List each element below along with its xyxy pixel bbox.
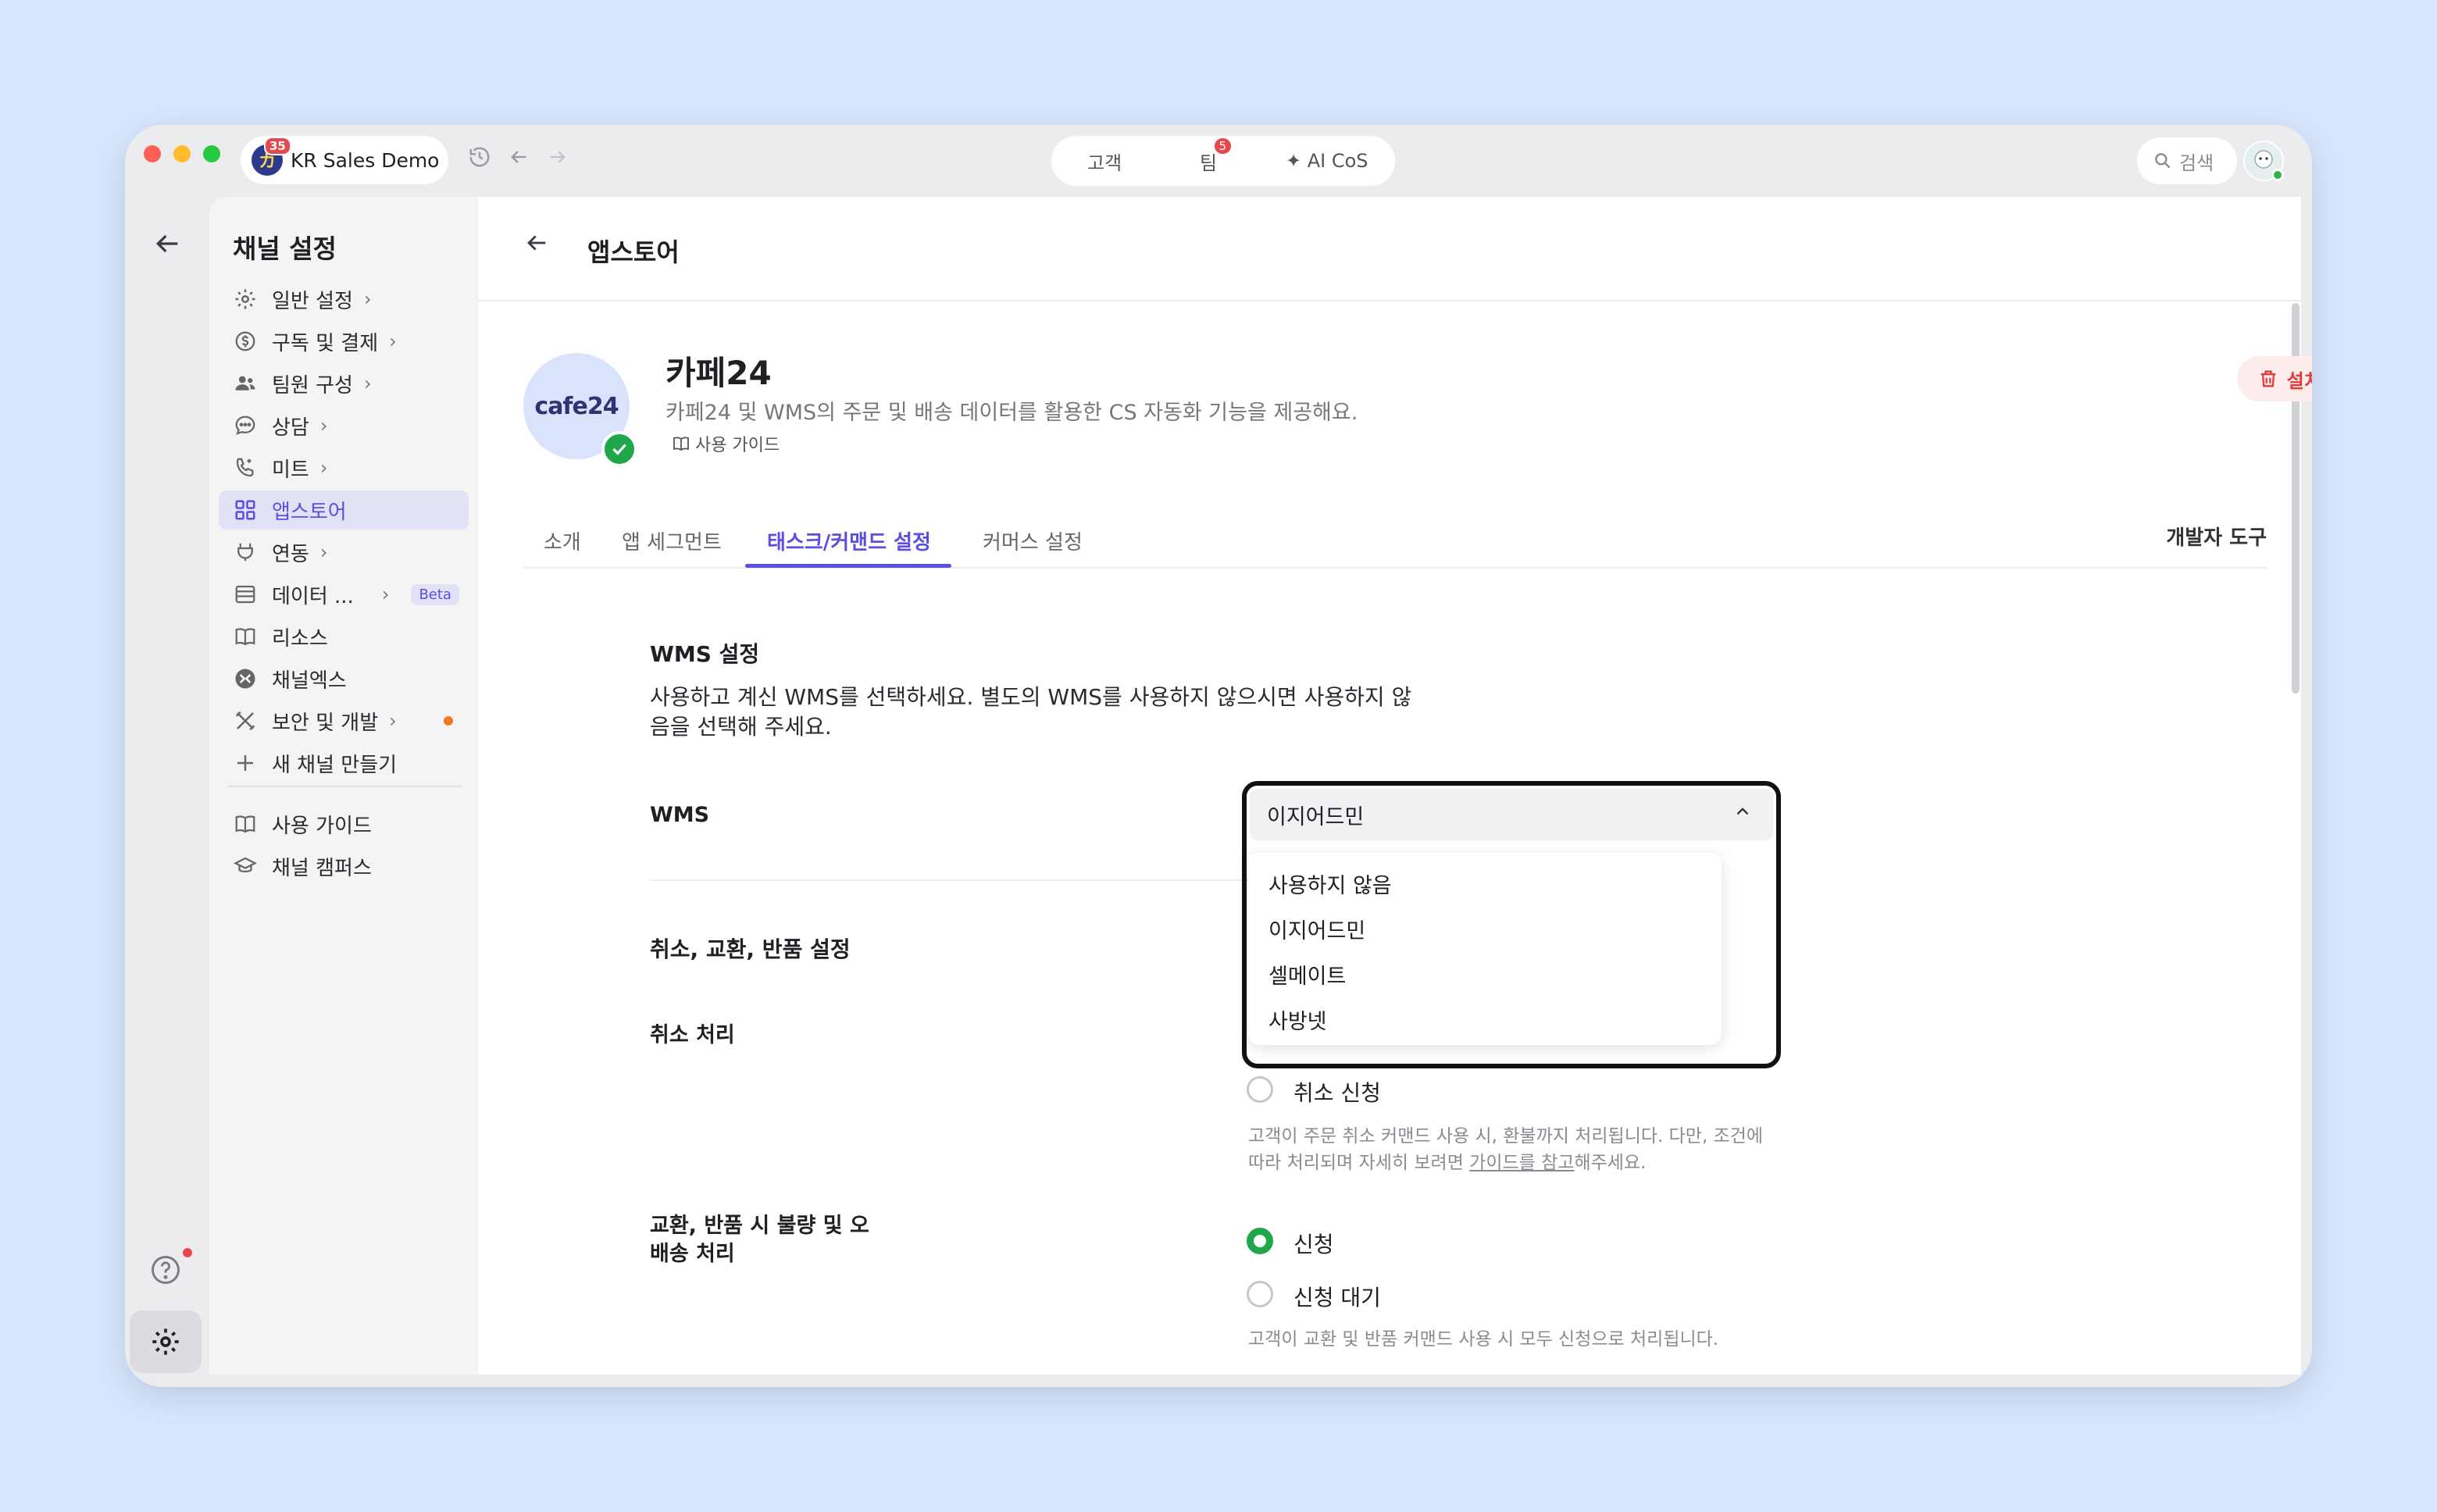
cancel-request-label: 취소 신청 xyxy=(1293,1080,1381,1106)
cancel-section-title: 취소, 교환, 반품 설정 xyxy=(650,936,851,962)
wms-selected-value: 이지어드민 xyxy=(1267,804,1365,829)
wms-option-sabangnet[interactable]: 사방넷 xyxy=(1268,1004,1327,1035)
cancel-label: 취소 처리 xyxy=(650,1023,735,1047)
exchange-pending-label: 신청 대기 xyxy=(1293,1285,1381,1311)
wms-option-ezadmin[interactable]: 이지어드민 xyxy=(1268,914,1365,944)
wms-description: 사용하고 계신 WMS를 선택하세요. 별도의 WMS를 사용하지 않으시면 사… xyxy=(650,684,1412,740)
app-window: カ 35 KR Sales Demo 고객 팀5 ✦ AI CoS 검색 채널 … xyxy=(125,125,2312,1387)
exchange-label: 교환, 반품 시 불량 및 오배송 처리 xyxy=(650,1214,869,1266)
chevron-up-icon xyxy=(1732,801,1753,827)
wms-option-none[interactable]: 사용하지 않음 xyxy=(1268,868,1392,899)
cancel-request-radio[interactable] xyxy=(1247,1076,1273,1103)
exchange-request-label: 신청 xyxy=(1293,1232,1334,1257)
wms-dropdown-menu: 사용하지 않음 이지어드민 셀메이트 사방넷 xyxy=(1248,853,1722,1045)
guide-reference-link[interactable]: 가이드를 참고 xyxy=(1469,1153,1574,1173)
wms-label: WMS xyxy=(650,803,710,827)
exchange-request-radio[interactable] xyxy=(1247,1228,1273,1254)
exchange-hint: 고객이 교환 및 반품 커맨드 사용 시 모두 신청으로 처리됩니다. xyxy=(1248,1329,1719,1350)
wms-option-sellmate[interactable]: 셀메이트 xyxy=(1268,959,1346,990)
wms-select[interactable]: 이지어드민 xyxy=(1250,789,1773,840)
exchange-pending-radio[interactable] xyxy=(1247,1281,1273,1307)
cancel-hint: 고객이 주문 취소 커맨드 사용 시, 환불까지 처리됩니다. 다만, 조건에 … xyxy=(1248,1126,1764,1173)
settings-content: WMS 설정 사용하고 계신 WMS를 선택하세요. 별도의 WMS를 사용하지… xyxy=(125,125,2312,1387)
wms-section-title: WMS 설정 xyxy=(650,641,760,667)
